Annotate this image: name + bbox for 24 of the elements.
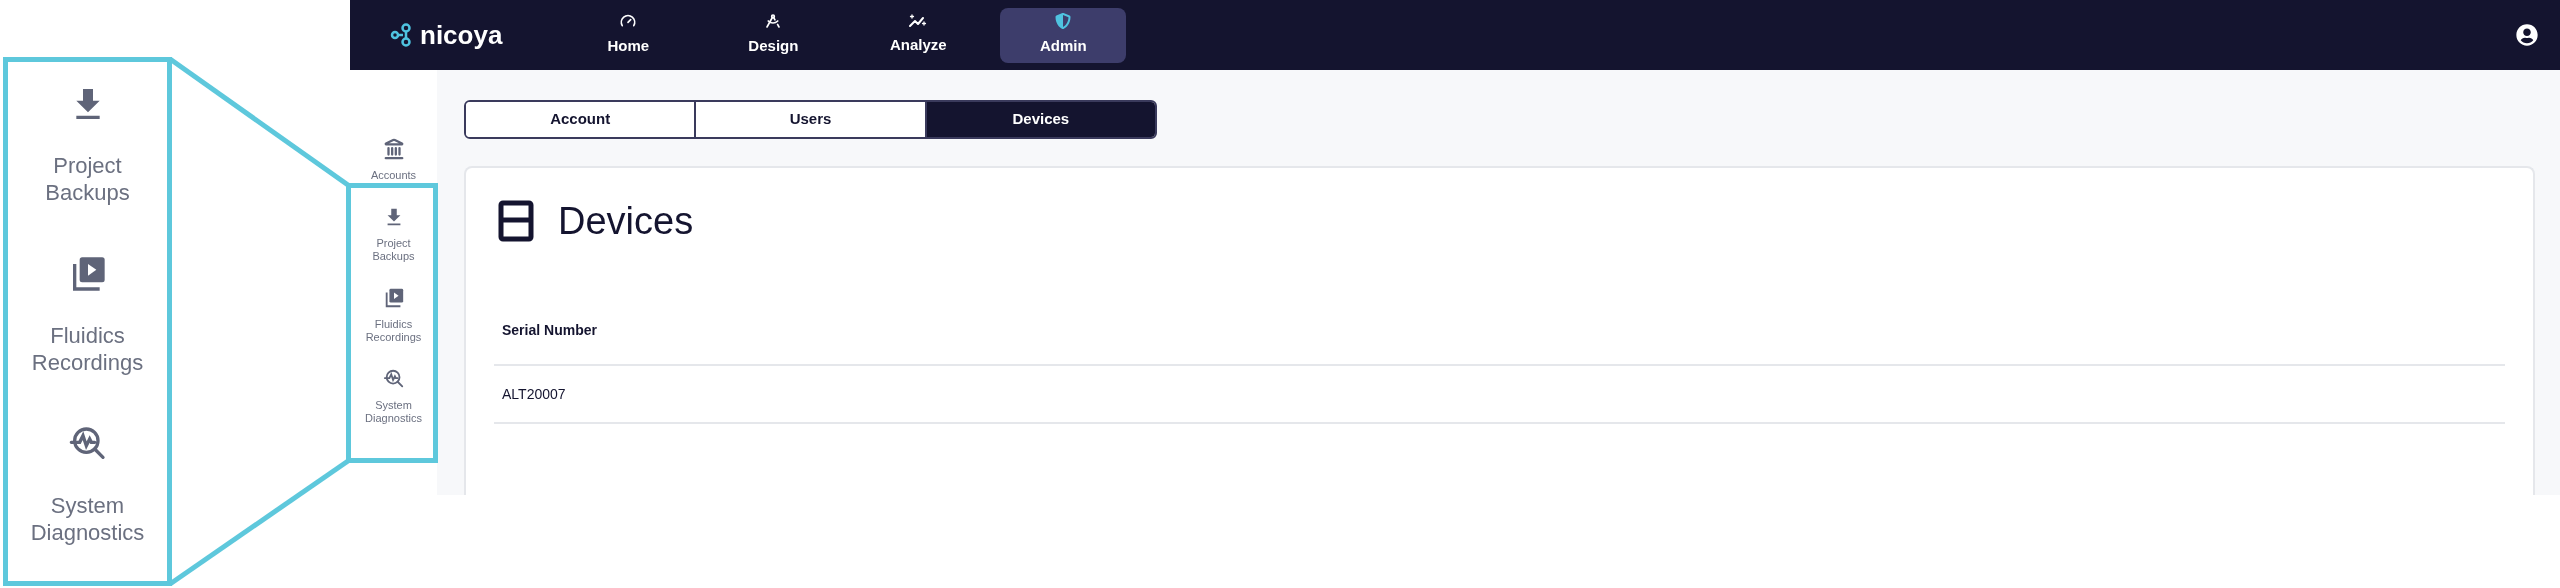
sidebar-item[interactable]: System Diagnostics [353,368,434,425]
nav-tab[interactable]: Home [565,7,692,63]
nav-tab[interactable]: Analyze [855,7,982,63]
magnifier-pulse-icon [382,368,405,390]
bank-icon [382,138,405,160]
device-panel-icon [498,200,534,242]
item-label: Project Backups [44,152,131,206]
sidebar-item[interactable]: Fluidics Recordings [353,287,434,344]
table-cell-text: ALT20007 [502,384,566,404]
tab[interactable]: Devices [924,102,1155,137]
shield-icon [1055,12,1072,29]
sidebar-item[interactable]: Project Backups [353,206,434,263]
sidebar-item[interactable]: Accounts [353,138,434,182]
nav-tab[interactable]: Design [710,7,837,63]
item-label: System Diagnostics [29,492,146,546]
column-header: Serial Number [502,320,597,340]
user-account-icon[interactable] [2516,24,2538,46]
compass-icon [765,12,782,29]
card-title: Devices [558,202,694,240]
gauge-icon [620,12,637,29]
brand-name: nicoya [420,22,503,48]
nav-tab[interactable]: Admin [1000,7,1127,63]
trend-sparkle-icon [909,13,928,28]
item-label: Fluidics Recordings [30,322,145,376]
